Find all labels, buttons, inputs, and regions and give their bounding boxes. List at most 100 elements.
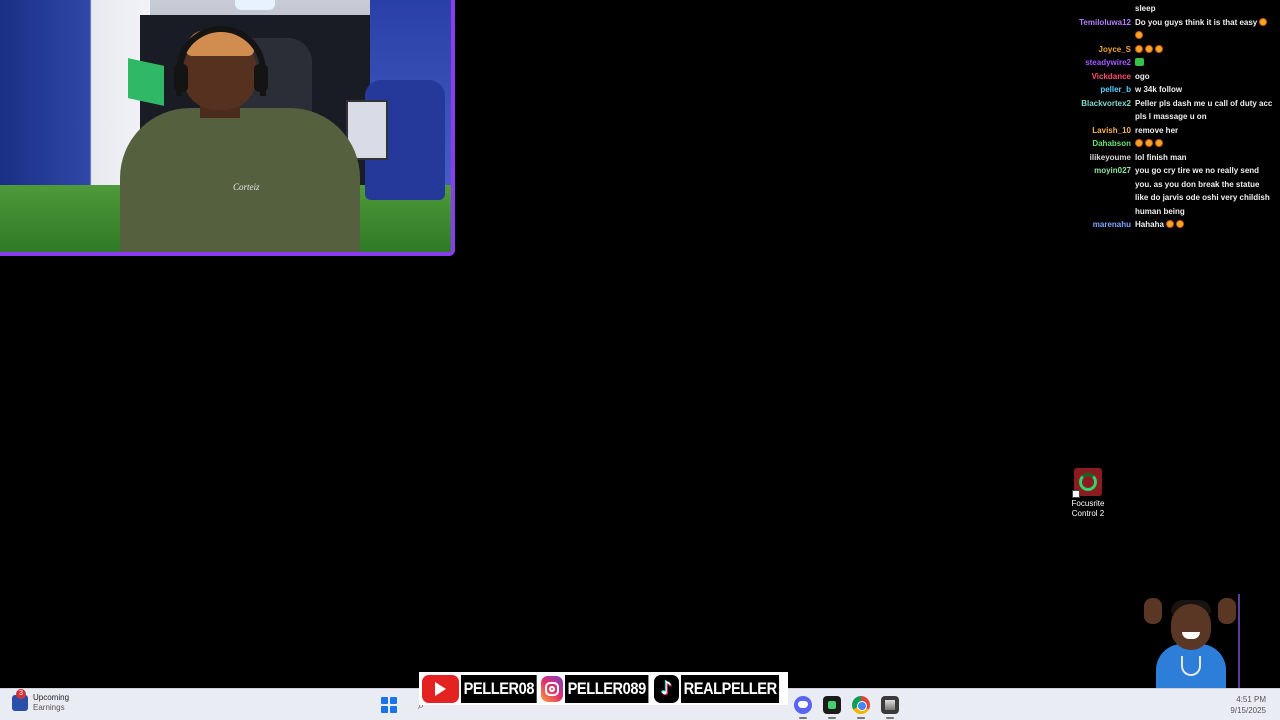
chat-text-content: pls I massage u on: [1135, 112, 1207, 121]
chat-username: marenahu: [1092, 220, 1131, 229]
chat-message: human being: [1060, 205, 1278, 219]
chat-message: Dahabson: [1060, 137, 1278, 151]
chat-text: pls I massage u on: [1135, 110, 1278, 124]
webcam-overlay: Corteiz: [0, 0, 455, 256]
widget-subtitle: Earnings: [33, 703, 65, 712]
chat-text-content: Peller pls dash me u call of duty acc: [1135, 98, 1273, 108]
chat-username: peller_b: [1100, 85, 1131, 94]
chat-text: sleep: [1135, 2, 1278, 16]
shortcut-arrow-icon: [1072, 490, 1080, 498]
chat-text-content: you. as you don break the statue: [1135, 179, 1260, 189]
emoji-icon: [1145, 44, 1153, 53]
chat-username: Dahabson: [1092, 139, 1131, 148]
chat-text-content: Hahaha: [1135, 220, 1164, 229]
chat-overlay: sleep Temiloluwa12 Do you guys think it is…: [1060, 2, 1278, 232]
chat-text: Do you guys think it is that easy: [1135, 16, 1278, 30]
instagram-icon: [540, 675, 564, 702]
chat-message: Joyce_S: [1060, 43, 1278, 57]
chat-username: [1060, 110, 1135, 124]
chat-text: remove her: [1135, 124, 1278, 138]
shirt-logo: Corteiz: [233, 182, 260, 192]
chat-text-content: you go cry tire we no really send: [1135, 166, 1260, 175]
clock-date: 9/15/2025: [1230, 706, 1266, 715]
chat-username: Blackvortex2: [1081, 98, 1131, 108]
tiktok-icon: ♪: [654, 674, 679, 703]
chat-message: Vickdance ogo: [1060, 70, 1278, 84]
chat-username: moyin027: [1094, 166, 1131, 175]
green-emote-icon: [1135, 58, 1144, 66]
chat-text: [1135, 29, 1278, 43]
tiktok-handle: REALPELLER: [680, 674, 779, 703]
emoji-icon: [1135, 139, 1143, 147]
chat-username: [1060, 29, 1135, 43]
chat-text: [1135, 56, 1278, 70]
chat-message: marenahu Hahaha: [1060, 218, 1278, 232]
chat-text: w 34k follow: [1135, 83, 1278, 97]
chat-text: [1135, 43, 1278, 57]
emoji-icon: [1155, 139, 1163, 147]
emoji-icon: [1259, 17, 1268, 26]
chat-text: lol finish man: [1135, 151, 1278, 165]
chat-text: Peller pls dash me u call of duty acc: [1135, 97, 1278, 111]
clock-time: 4:51 PM: [1236, 695, 1266, 704]
chat-message: Temiloluwa12 Do you guys think it is that…: [1060, 16, 1278, 30]
emoji-icon: [1145, 139, 1153, 147]
chat-username: steadywire2: [1085, 58, 1131, 67]
desktop-icon-focusrite[interactable]: Focusrite Control 2: [1062, 468, 1114, 519]
socials-banner: PELLER08 PELLER089 ♪ REALPELLER: [419, 672, 788, 705]
start-button[interactable]: [381, 697, 397, 713]
emoji-icon: [1166, 220, 1175, 228]
chat-username: [1060, 178, 1135, 192]
chat-text: [1135, 137, 1278, 151]
system-clock[interactable]: 4:51 PM 9/15/2025: [1230, 694, 1266, 716]
chat-username: [1060, 205, 1135, 219]
app-green-icon[interactable]: [823, 696, 841, 719]
chat-message: [1060, 29, 1278, 43]
chat-message: sleep: [1060, 2, 1278, 16]
weather-widget[interactable]: 3 Upcoming Earnings: [12, 689, 70, 713]
chat-text-content: lol finish man: [1135, 152, 1187, 162]
chat-text: human being: [1135, 205, 1278, 219]
emoji-icon: [1135, 44, 1143, 53]
youtube-handle: PELLER08: [460, 674, 537, 703]
emoji-icon: [1155, 44, 1163, 53]
chat-message: peller_b w 34k follow: [1060, 83, 1278, 97]
notification-badge: 3: [16, 689, 26, 699]
chat-username: [1060, 2, 1135, 16]
chat-message: moyin027 you go cry tire we no really sen…: [1060, 164, 1278, 178]
desktop-icon-label: Focusrite Control 2: [1071, 499, 1105, 518]
news-icon: 3: [12, 689, 28, 711]
webcam-feed: Corteiz: [0, 0, 451, 252]
chat-message: ilikeyoume lol finish man: [1060, 151, 1278, 165]
chat-username: Vickdance: [1091, 71, 1131, 81]
focusrite-icon: [1072, 468, 1102, 498]
chat-message: you. as you don break the statue: [1060, 178, 1278, 192]
chat-text: you go cry tire we no really send: [1135, 164, 1278, 178]
chat-text-content: remove her: [1135, 125, 1179, 135]
chat-text: like do jarvis ode oshi very childish: [1135, 191, 1278, 205]
emoji-icon: [1135, 31, 1143, 39]
widget-title: Upcoming: [33, 693, 70, 702]
youtube-icon: [422, 674, 459, 703]
chat-username: Temiloluwa12: [1079, 17, 1131, 27]
chat-text-content: sleep: [1135, 4, 1156, 13]
green-screen: [128, 58, 164, 106]
chat-text-content: ogo: [1135, 71, 1150, 81]
instagram-handle: PELLER089: [565, 674, 649, 703]
chat-text: ogo: [1135, 70, 1278, 84]
chat-text-content: like do jarvis ode oshi very childish: [1135, 193, 1270, 202]
chat-text-content: w 34k follow: [1135, 85, 1183, 94]
chat-text: Hahaha: [1135, 218, 1278, 232]
discord-icon[interactable]: [794, 696, 812, 719]
chat-username: [1060, 191, 1135, 205]
chat-text-content: human being: [1135, 206, 1185, 216]
chat-username: ilikeyoume: [1089, 152, 1131, 162]
obs-icon[interactable]: [881, 696, 899, 719]
chat-text: you. as you don break the statue: [1135, 178, 1278, 192]
emoji-icon: [1176, 220, 1185, 228]
chat-text-content: Do you guys think it is that easy: [1135, 17, 1258, 27]
chat-message: steadywire2: [1060, 56, 1278, 70]
chrome-icon[interactable]: [852, 696, 870, 719]
chat-username: Joyce_S: [1098, 44, 1131, 54]
chat-message: Blackvortex2 Peller pls dash me u call of…: [1060, 97, 1278, 111]
